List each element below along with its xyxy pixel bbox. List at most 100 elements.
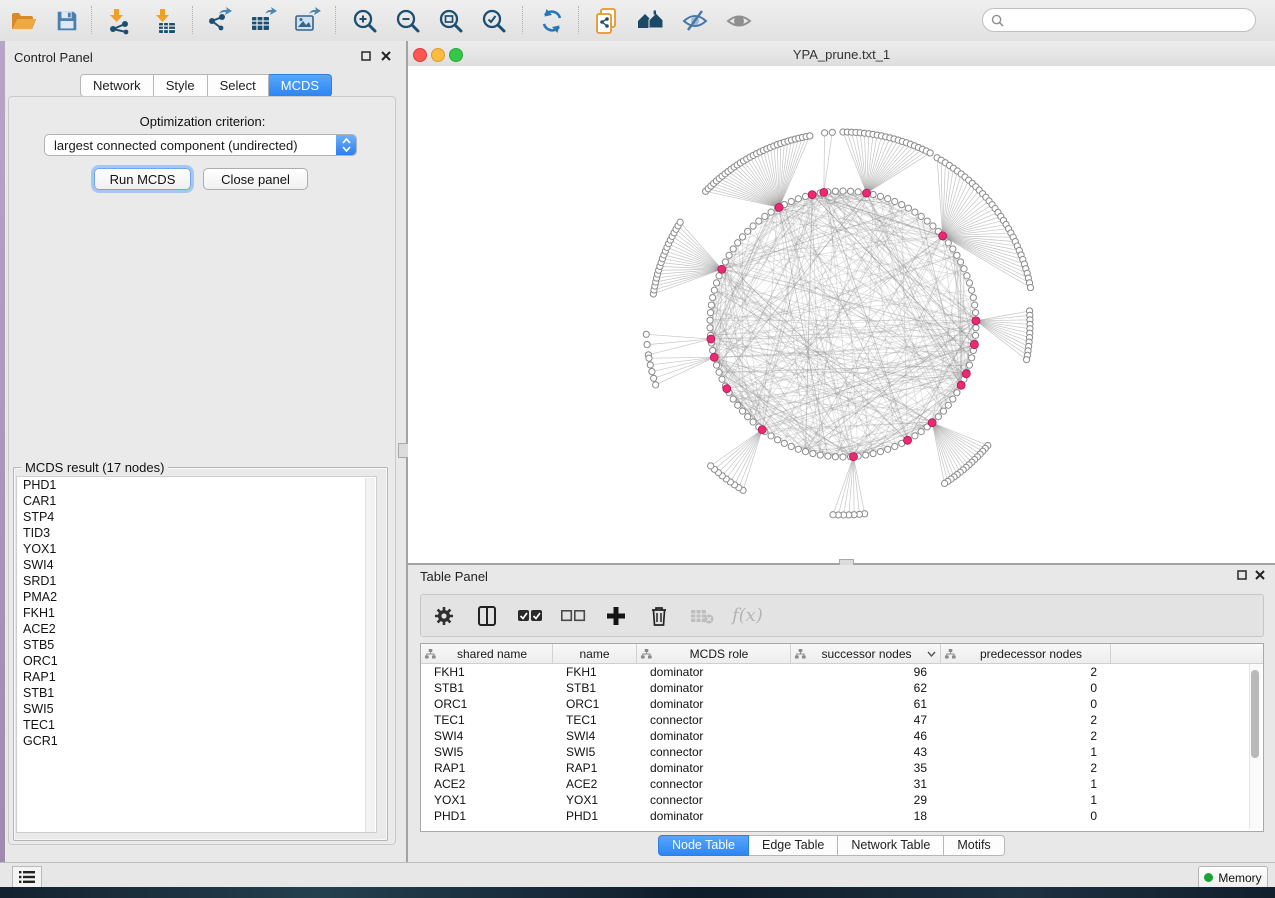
refresh-layout-icon[interactable]: [537, 6, 567, 36]
mcds-result-item[interactable]: TID3: [17, 525, 376, 541]
select-all-rows-icon[interactable]: [517, 603, 543, 629]
tab-style[interactable]: Style: [154, 74, 208, 97]
table-settings-icon[interactable]: [431, 603, 457, 629]
tab-node-table[interactable]: Node Table: [658, 835, 749, 856]
table-body: FKH1 FKH1 dominator 96 2 STB1 STB1 domin…: [421, 664, 1263, 824]
float-panel-icon[interactable]: [360, 50, 371, 61]
home-views-icon[interactable]: [636, 6, 666, 36]
toolbar-separator: [335, 6, 336, 34]
tab-network-table[interactable]: Network Table: [838, 835, 944, 856]
mcds-result-item[interactable]: TEC1: [17, 717, 376, 733]
export-image-icon[interactable]: [292, 6, 322, 36]
mcds-result-item[interactable]: STB5: [17, 637, 376, 653]
deselect-all-rows-icon[interactable]: [560, 603, 586, 629]
toolbar-separator: [192, 6, 193, 34]
column-header-predecessor-nodes[interactable]: predecessor nodes: [941, 644, 1111, 663]
result-list-scrollbar[interactable]: [365, 478, 375, 833]
main-toolbar: [0, 0, 1275, 42]
column-header-name[interactable]: name: [553, 644, 637, 663]
table-row[interactable]: PHD1 PHD1 dominator 18 0: [421, 808, 1263, 824]
mcds-result-item[interactable]: FKH1: [17, 605, 376, 621]
table-row[interactable]: ACE2 ACE2 connector 31 1: [421, 776, 1263, 792]
mcds-result-item[interactable]: SWI5: [17, 701, 376, 717]
toolbar-separator: [522, 6, 523, 34]
mcds-result-item[interactable]: RAP1: [17, 669, 376, 685]
mcds-result-item[interactable]: YOX1: [17, 541, 376, 557]
table-toolbar: f(x): [420, 594, 1264, 637]
export-network-icon[interactable]: [204, 6, 234, 36]
float-table-panel-icon[interactable]: [1236, 569, 1247, 580]
toolbar-separator: [91, 6, 92, 34]
table-tabs: Node Table Edge Table Network Table Moti…: [658, 835, 1005, 856]
criterion-dropdown[interactable]: largest connected component (undirected): [44, 134, 357, 156]
search-field[interactable]: [982, 8, 1256, 32]
column-header-successor-nodes[interactable]: successor nodes: [791, 644, 941, 663]
mcds-result-item[interactable]: ORC1: [17, 653, 376, 669]
table-row[interactable]: FKH1 FKH1 dominator 96 2: [421, 664, 1263, 680]
sort-desc-icon: [927, 651, 936, 657]
mcds-result-item[interactable]: CAR1: [17, 493, 376, 509]
mcds-result-item[interactable]: SWI4: [17, 557, 376, 573]
add-column-icon[interactable]: [603, 603, 629, 629]
zoom-selected-icon[interactable]: [479, 6, 509, 36]
mcds-result-item[interactable]: GCR1: [17, 733, 376, 749]
column-selector-icon[interactable]: [474, 603, 500, 629]
table-panel: Table Panel f(x): [408, 565, 1275, 862]
table-row[interactable]: ORC1 ORC1 dominator 61 0: [421, 696, 1263, 712]
close-panel-icon[interactable]: [380, 50, 391, 61]
network-column-icon: [795, 649, 806, 659]
run-mcds-button[interactable]: Run MCDS: [94, 168, 191, 190]
table-scrollbar-thumb[interactable]: [1251, 670, 1259, 758]
column-header-mcds-role[interactable]: MCDS role: [637, 644, 791, 663]
import-network-icon[interactable]: [104, 6, 134, 36]
mcds-result-item[interactable]: ACE2: [17, 621, 376, 637]
mcds-result-item[interactable]: PHD1: [17, 477, 376, 493]
criterion-value: largest connected component (undirected): [45, 138, 336, 153]
task-history-button[interactable]: [12, 866, 42, 888]
tab-select[interactable]: Select: [208, 74, 269, 97]
mcds-result-title: MCDS result (17 nodes): [21, 460, 168, 475]
tab-network[interactable]: Network: [80, 74, 154, 97]
table-row[interactable]: YOX1 YOX1 connector 29 1: [421, 792, 1263, 808]
tab-motifs[interactable]: Motifs: [944, 835, 1004, 856]
mcds-result-item[interactable]: SRD1: [17, 573, 376, 589]
hide-graphics-details-icon[interactable]: [680, 6, 710, 36]
memory-label: Memory: [1218, 871, 1261, 885]
zoom-out-icon[interactable]: [393, 6, 423, 36]
table-row[interactable]: RAP1 RAP1 dominator 35 2: [421, 760, 1263, 776]
delete-column-icon[interactable]: [646, 603, 672, 629]
memory-button[interactable]: Memory: [1198, 866, 1268, 889]
table-row[interactable]: SWI4 SWI4 dominator 46 2: [421, 728, 1263, 744]
clone-network-icon[interactable]: [592, 6, 622, 36]
mcds-result-item[interactable]: PMA2: [17, 589, 376, 605]
table-row[interactable]: SWI5 SWI5 connector 43 1: [421, 744, 1263, 760]
tab-mcds[interactable]: MCDS: [269, 74, 332, 97]
search-icon: [991, 14, 1004, 27]
zoom-fit-icon[interactable]: [436, 6, 466, 36]
desktop-wallpaper-bottom: [0, 887, 1275, 898]
close-panel-button[interactable]: Close panel: [203, 168, 308, 190]
tab-edge-table[interactable]: Edge Table: [749, 835, 838, 856]
mcds-result-item[interactable]: STP4: [17, 509, 376, 525]
memory-status-icon: [1204, 873, 1213, 882]
column-header-shared-name[interactable]: shared name: [421, 644, 553, 663]
mcds-result-item[interactable]: STB1: [17, 685, 376, 701]
table-panel-title: Table Panel: [420, 569, 488, 584]
search-input[interactable]: [1009, 12, 1255, 28]
table-header-row: shared name name MCDS role successor nod…: [421, 644, 1263, 664]
mcds-result-list[interactable]: PHD1CAR1STP4TID3YOX1SWI4SRD1PMA2FKH1ACE2…: [16, 476, 377, 833]
save-session-icon[interactable]: [52, 6, 82, 36]
node-table: shared name name MCDS role successor nod…: [420, 643, 1264, 832]
zoom-in-icon[interactable]: [350, 6, 380, 36]
import-table-icon[interactable]: [150, 6, 180, 36]
table-scrollbar[interactable]: [1249, 664, 1261, 829]
network-graph: [408, 66, 1275, 563]
network-canvas[interactable]: [408, 66, 1275, 563]
show-graphics-details-icon[interactable]: [724, 6, 754, 36]
close-table-panel-icon[interactable]: [1254, 569, 1265, 580]
dropdown-stepper-icon: [336, 135, 356, 155]
table-row[interactable]: STB1 STB1 dominator 62 0: [421, 680, 1263, 696]
table-row[interactable]: TEC1 TEC1 connector 47 2: [421, 712, 1263, 728]
open-session-icon[interactable]: [8, 6, 38, 36]
export-table-icon[interactable]: [248, 6, 278, 36]
